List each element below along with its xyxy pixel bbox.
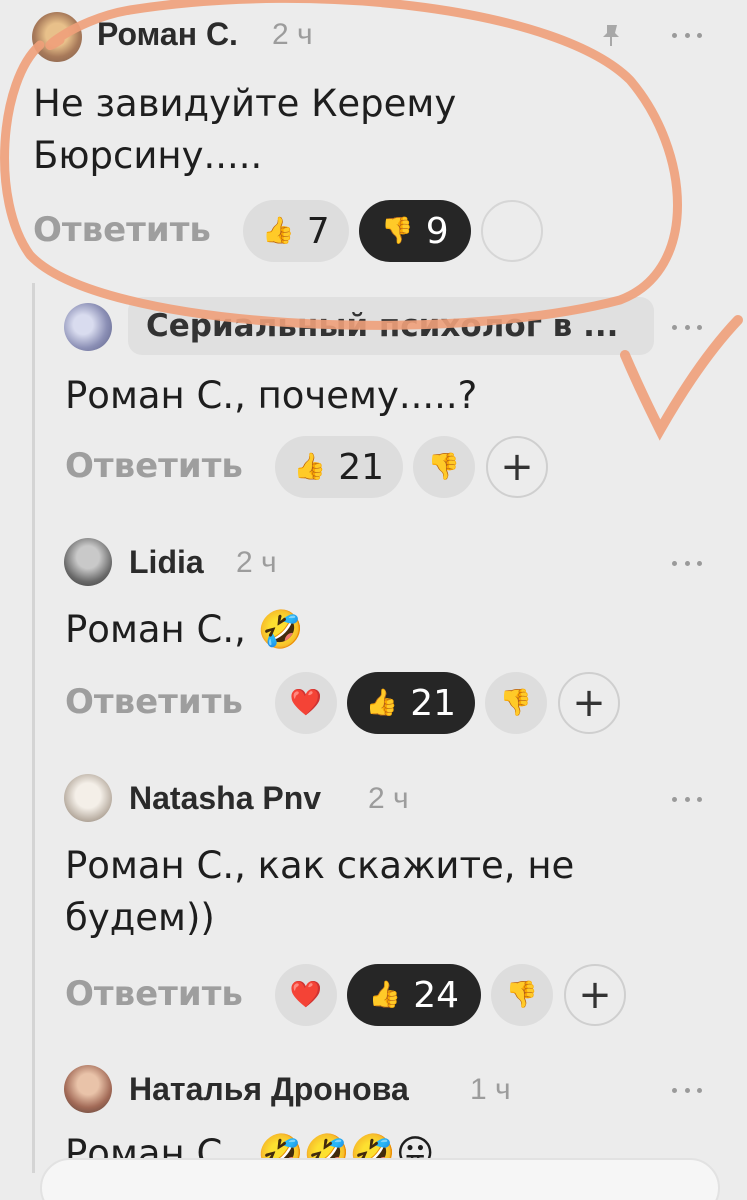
heart-icon: ❤️ [289, 980, 323, 1010]
comment-time: 2 ч [236, 546, 277, 579]
thumbs-down-icon: 👎 [427, 452, 461, 482]
add-reaction-button[interactable] [481, 200, 543, 262]
avatar[interactable] [32, 12, 82, 62]
reply-button[interactable]: Ответить [65, 446, 243, 486]
comment-time: 2 ч [272, 18, 313, 51]
comment-text: Роман С., почему.....? [65, 374, 478, 417]
comment-text: Не завидуйте Керему Бюрсину..... [33, 82, 457, 177]
heart-reaction-icon[interactable]: ❤️ [275, 672, 337, 734]
comment-time: 1 ч [470, 1073, 511, 1106]
like-count: 24 [413, 974, 460, 1016]
reply-button[interactable]: Ответить [65, 974, 243, 1014]
more-dots-icon[interactable] [672, 794, 702, 804]
plus-icon: + [500, 444, 534, 490]
comment-text: Роман С., как скажите, не будем)) [65, 844, 575, 939]
thumbs-up-icon: 👍 [368, 980, 402, 1010]
comment-author: Сериальный психолог в ... [146, 308, 619, 344]
more-dots-icon[interactable] [672, 30, 702, 40]
like-button[interactable]: 👍 7 [243, 200, 349, 262]
comment-author[interactable]: Наталья Дронова [129, 1071, 409, 1108]
comment-input-bar[interactable] [40, 1158, 720, 1200]
like-button[interactable]: 👍 21 [347, 672, 475, 734]
comments-page: Роман С. 2 ч Не завидуйте Керему Бюрсину… [0, 0, 747, 1200]
add-reaction-button[interactable]: + [564, 964, 626, 1026]
add-reaction-button[interactable]: + [558, 672, 620, 734]
heart-reaction-icon[interactable]: ❤️ [275, 964, 337, 1026]
comment-author[interactable]: Роман С. [97, 16, 238, 53]
comment-author[interactable]: Natasha Pnv [129, 780, 321, 817]
thumbs-down-icon: 👎 [499, 688, 533, 718]
avatar[interactable] [64, 774, 112, 822]
like-button[interactable]: 👍 24 [347, 964, 481, 1026]
dislike-button[interactable]: 👎 [491, 964, 553, 1026]
avatar[interactable] [64, 538, 112, 586]
like-button[interactable]: 👍 21 [275, 436, 403, 498]
plus-icon: + [578, 972, 612, 1018]
more-dots-icon[interactable] [672, 558, 702, 568]
like-count: 21 [338, 446, 385, 488]
plus-icon: + [572, 680, 606, 726]
dislike-button[interactable]: 👎 9 [359, 200, 471, 262]
heart-icon: ❤️ [289, 688, 323, 718]
dislike-button[interactable]: 👎 [485, 672, 547, 734]
like-count: 7 [306, 210, 330, 252]
dislike-count: 9 [425, 210, 449, 252]
thread-line [32, 283, 35, 1173]
more-dots-icon[interactable] [672, 1085, 702, 1095]
thumbs-down-icon: 👎 [505, 980, 539, 1010]
thumbs-up-icon: 👍 [293, 452, 327, 482]
reply-button[interactable]: Ответить [33, 210, 211, 250]
thumbs-down-icon: 👎 [381, 216, 414, 246]
avatar[interactable] [64, 1065, 112, 1113]
author-tag[interactable]: Сериальный психолог в ... [128, 297, 654, 355]
pin-icon [598, 22, 624, 48]
like-count: 21 [410, 682, 457, 724]
comment-time: 2 ч [368, 782, 409, 815]
avatar[interactable] [64, 303, 112, 351]
thumbs-up-icon: 👍 [262, 216, 295, 246]
dislike-button[interactable]: 👎 [413, 436, 475, 498]
comment-text: Роман С., 🤣 [65, 608, 304, 651]
more-dots-icon[interactable] [672, 322, 702, 332]
comment-author[interactable]: Lidia [129, 544, 204, 581]
add-reaction-button[interactable]: + [486, 436, 548, 498]
thumbs-up-icon: 👍 [365, 688, 399, 718]
reply-button[interactable]: Ответить [65, 682, 243, 722]
